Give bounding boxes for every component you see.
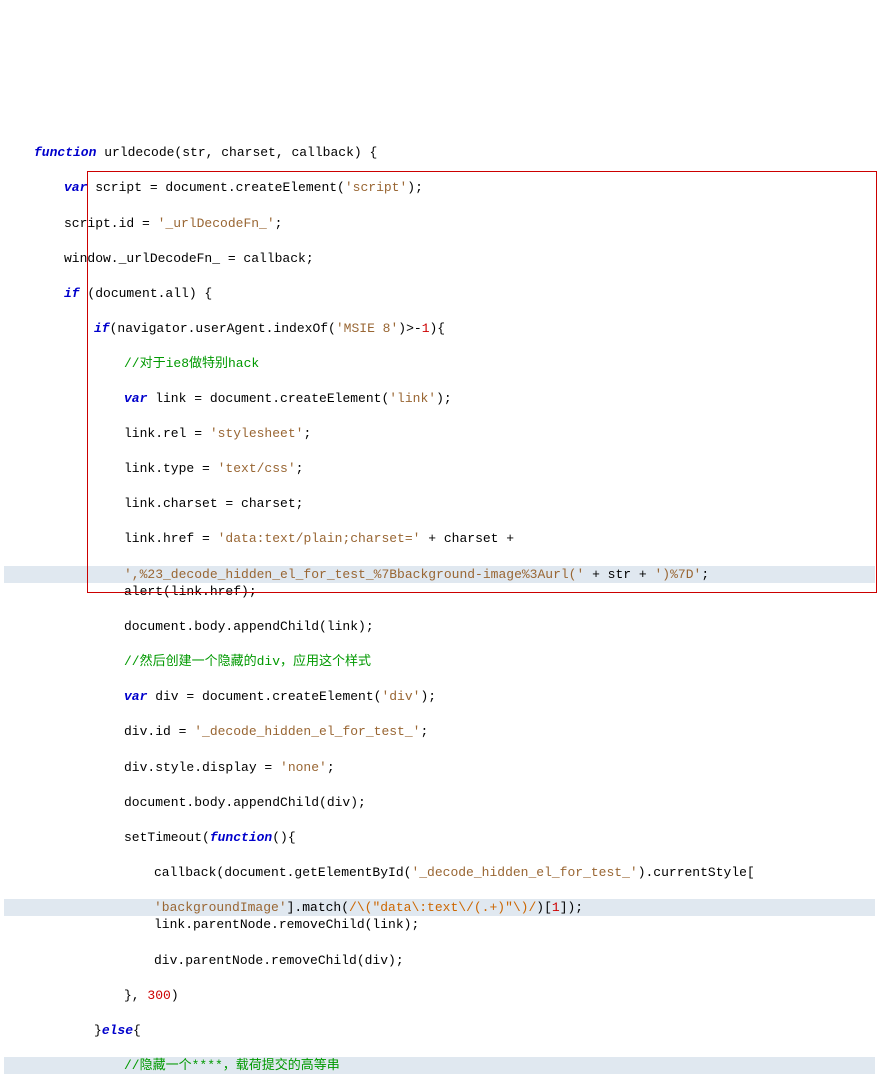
code-line: //然后创建一个隐藏的div，应用这个样式 <box>4 653 875 671</box>
code-line: //对于ie8做特别hack <box>4 355 875 373</box>
code-line: var link = document.createElement('link'… <box>4 390 875 408</box>
code-line: var div = document.createElement('div'); <box>4 688 875 706</box>
code-line: if (document.all) { <box>4 285 875 303</box>
code-line: callback(document.getElementById('_decod… <box>4 864 875 882</box>
code-line: link.charset = charset; <box>4 495 875 513</box>
code-line: }, 300) <box>4 987 875 1005</box>
code-line-highlighted: //隐藏一个****，载荷提交的高等串 <box>4 1057 875 1075</box>
code-line: link.parentNode.removeChild(link); <box>4 916 875 934</box>
code-line: }else{ <box>4 1022 875 1040</box>
code-line: script.id = '_urlDecodeFn_'; <box>4 215 875 233</box>
code-line: alert(link.href); <box>4 583 875 601</box>
code-editor-view: function urldecode(str, charset, callbac… <box>4 74 875 1080</box>
code-line: div.style.display = 'none'; <box>4 759 875 777</box>
code-line: var script = document.createElement('scr… <box>4 179 875 197</box>
code-line: link.href = 'data:text/plain;charset=' +… <box>4 530 875 548</box>
code-line: link.rel = 'stylesheet'; <box>4 425 875 443</box>
code-line: function urldecode(str, charset, callbac… <box>4 144 875 162</box>
code-line-highlighted: ',%23_decode_hidden_el_for_test_%7Bbackg… <box>4 566 875 584</box>
code-line: div.parentNode.removeChild(div); <box>4 952 875 970</box>
code-line: document.body.appendChild(div); <box>4 794 875 812</box>
code-line: div.id = '_decode_hidden_el_for_test_'; <box>4 723 875 741</box>
code-line: setTimeout(function(){ <box>4 829 875 847</box>
code-line: document.body.appendChild(link); <box>4 618 875 636</box>
code-line: if(navigator.userAgent.indexOf('MSIE 8')… <box>4 320 875 338</box>
code-line-highlighted: 'backgroundImage'].match(/\("data\:text\… <box>4 899 875 917</box>
code-line: window._urlDecodeFn_ = callback; <box>4 250 875 268</box>
code-line: link.type = 'text/css'; <box>4 460 875 478</box>
